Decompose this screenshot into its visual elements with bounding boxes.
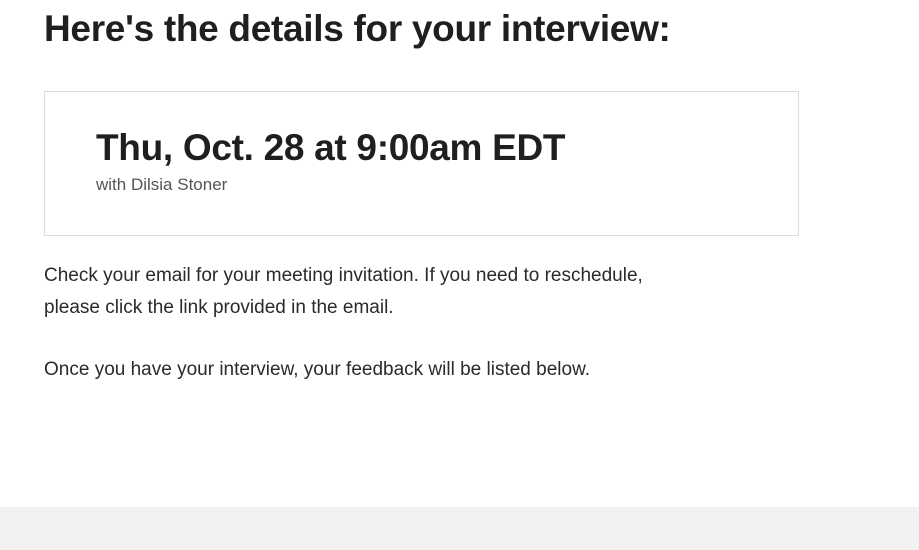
page-title: Here's the details for your interview: <box>44 8 671 49</box>
feedback-notice: Once you have your interview, your feedb… <box>44 359 591 380</box>
footer-section <box>0 507 919 550</box>
interview-datetime: Thu, Oct. 28 at 9:00am EDT <box>96 127 566 168</box>
email-instructions-line-2: please click the link provided in the em… <box>44 297 394 318</box>
interviewer-name: with Dilsia Stoner <box>96 175 228 194</box>
email-instructions-line-1: Check your email for your meeting invita… <box>44 265 643 286</box>
interview-details-card: Thu, Oct. 28 at 9:00am EDT with Dilsia S… <box>44 91 799 236</box>
